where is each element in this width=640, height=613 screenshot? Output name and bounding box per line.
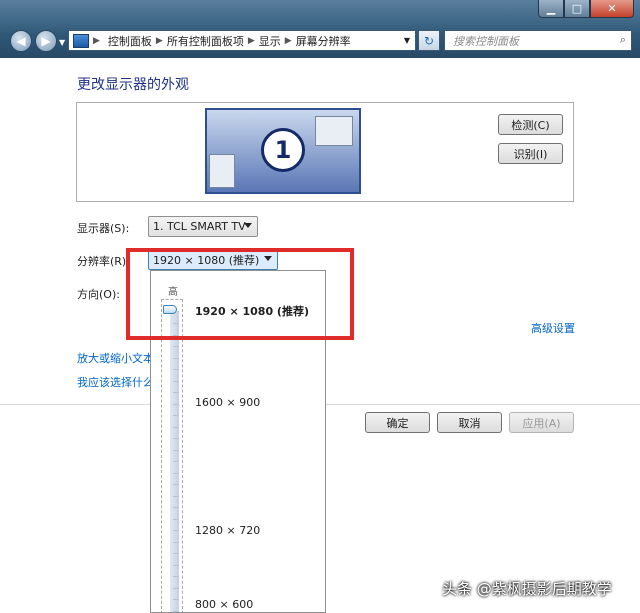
resolution-label: 分辨率(R): bbox=[77, 255, 130, 268]
slider-tick bbox=[173, 495, 179, 497]
breadcrumb-separator-icon: ▶ bbox=[247, 35, 255, 46]
slider-tick bbox=[173, 426, 179, 428]
slider-tick bbox=[173, 438, 179, 439]
slider-tick bbox=[173, 507, 179, 508]
history-dropdown-icon[interactable]: ▼ bbox=[59, 38, 65, 47]
back-arrow-icon: ◀ bbox=[16, 34, 26, 48]
slider-tick bbox=[173, 576, 179, 577]
resolution-option[interactable]: 1280 × 720 bbox=[195, 524, 260, 537]
forward-button[interactable]: ▶ bbox=[35, 30, 57, 52]
breadcrumb-display[interactable]: 显示 bbox=[255, 33, 285, 49]
breadcrumb-all-items[interactable]: 所有控制面板项 bbox=[163, 33, 248, 49]
minimize-button[interactable]: ▁ bbox=[538, 0, 564, 18]
watermark: 头条 @紫枫摄影后期教学 bbox=[442, 580, 612, 598]
slider-tick bbox=[173, 380, 179, 382]
slider-tick bbox=[173, 392, 179, 393]
display-select[interactable]: 1. TCL SMART TV bbox=[148, 216, 258, 237]
breadcrumb-separator-icon: ▶ bbox=[93, 35, 100, 46]
control-panel-icon bbox=[73, 33, 89, 48]
which-settings-link[interactable]: 我应该选择什么 bbox=[77, 374, 154, 390]
maximize-button[interactable]: □ bbox=[564, 0, 590, 18]
forward-arrow-icon: ▶ bbox=[41, 34, 51, 48]
window-thumbnail-icon bbox=[209, 154, 235, 188]
breadcrumb-separator-icon: ▶ bbox=[155, 35, 163, 46]
identify-button[interactable]: 识别(I) bbox=[498, 143, 563, 164]
back-button[interactable]: ◀ bbox=[10, 30, 32, 52]
slider-tick bbox=[173, 484, 179, 485]
slider-tick bbox=[173, 449, 179, 451]
window-controls: ▁ □ ✕ bbox=[538, 0, 634, 18]
detect-button[interactable]: 检测(C) bbox=[498, 114, 563, 135]
slider-tick bbox=[173, 553, 179, 554]
slider-tick bbox=[173, 415, 179, 416]
slider-tick bbox=[173, 461, 179, 462]
close-button[interactable]: ✕ bbox=[590, 0, 634, 18]
search-icon: ⌕ bbox=[619, 33, 626, 46]
refresh-button[interactable]: ↻ bbox=[418, 30, 440, 51]
highlight-annotation-box bbox=[126, 248, 354, 340]
search-placeholder: 搜索控制面板 bbox=[453, 34, 519, 48]
window-thumbnail-icon bbox=[315, 116, 353, 146]
page-title: 更改显示器的外观 bbox=[77, 77, 189, 93]
address-dropdown-icon[interactable]: ▼ bbox=[404, 36, 410, 45]
slider-tick bbox=[173, 357, 179, 359]
address-bar[interactable]: ▶ 控制面板 ▶ 所有控制面板项 ▶ 显示 ▶ 屏幕分辨率 ▼ bbox=[68, 30, 416, 51]
window-chrome: ▁ □ ✕ ◀ ▶ ▼ ▶ 控制面板 ▶ 所有控制面板项 ▶ 显示 ▶ 屏幕分辨… bbox=[0, 0, 640, 58]
breadcrumb-resolution[interactable]: 屏幕分辨率 bbox=[292, 33, 355, 49]
monitor-number: 1 bbox=[261, 128, 305, 172]
display-select-value: 1. TCL SMART TV bbox=[153, 220, 246, 233]
slider-tick bbox=[173, 599, 179, 600]
slider-tick bbox=[173, 346, 179, 347]
search-input[interactable]: 搜索控制面板 ⌕ bbox=[444, 30, 632, 51]
chevron-down-icon bbox=[244, 223, 252, 228]
resolution-option[interactable]: 1600 × 900 bbox=[195, 396, 260, 409]
slider-tick bbox=[173, 610, 179, 612]
slider-tick bbox=[173, 472, 179, 474]
cancel-button[interactable]: 取消 bbox=[437, 412, 502, 433]
slider-tick bbox=[173, 403, 179, 405]
resolution-option[interactable]: 800 × 600 bbox=[195, 598, 253, 611]
slider-tick bbox=[173, 541, 179, 543]
advanced-settings-link[interactable]: 高级设置 bbox=[531, 320, 575, 336]
monitor-tile[interactable]: 1 bbox=[205, 108, 361, 194]
breadcrumb-separator-icon: ▶ bbox=[284, 35, 292, 46]
text-size-link[interactable]: 放大或缩小文本 bbox=[77, 350, 154, 366]
display-label: 显示器(S): bbox=[77, 222, 130, 235]
slider-tick bbox=[173, 518, 179, 520]
slider-tick bbox=[173, 369, 179, 370]
orientation-label: 方向(O): bbox=[77, 288, 120, 301]
apply-button[interactable]: 应用(A) bbox=[509, 412, 574, 433]
slider-tick bbox=[173, 530, 179, 531]
refresh-icon: ↻ bbox=[423, 33, 435, 48]
display-preview: 1 检测(C) 识别(I) bbox=[76, 102, 574, 202]
slider-tick bbox=[173, 587, 179, 589]
resolution-slider-track[interactable] bbox=[170, 311, 179, 612]
slider-tick bbox=[173, 564, 179, 566]
ok-button[interactable]: 确定 bbox=[365, 412, 430, 433]
breadcrumb-control-panel[interactable]: 控制面板 bbox=[104, 33, 156, 49]
